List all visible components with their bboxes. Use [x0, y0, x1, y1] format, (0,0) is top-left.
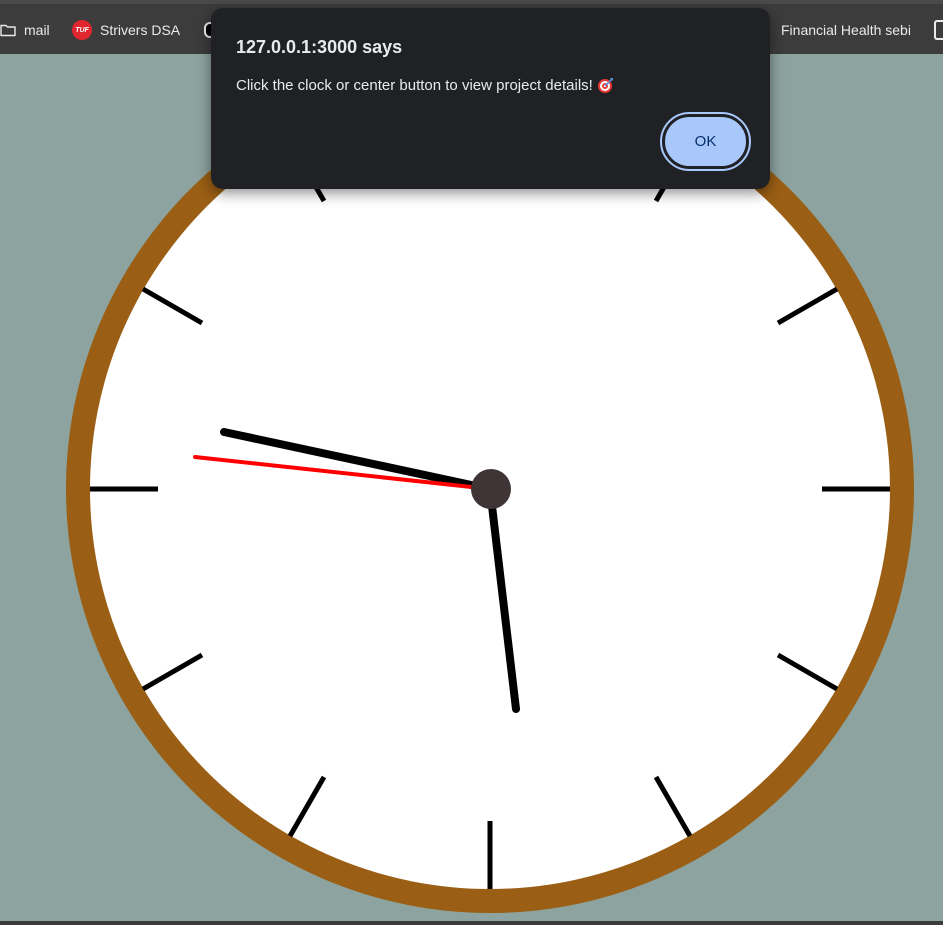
alert-dialog: 127.0.0.1:3000 says Click the clock or c…	[211, 8, 770, 189]
dialog-message-row: Click the clock or center button to view…	[236, 76, 615, 94]
direct-hit-target-icon	[597, 78, 613, 93]
page: mail TUF Strivers DSA Financial Health s…	[0, 0, 943, 925]
dialog-title: 127.0.0.1:3000 says	[236, 37, 403, 57]
center-button[interactable]	[471, 469, 511, 509]
ok-button[interactable]: OK	[660, 112, 751, 171]
dialog-message: Click the clock or center button to view…	[236, 76, 593, 94]
window-bottom-edge	[0, 921, 943, 925]
